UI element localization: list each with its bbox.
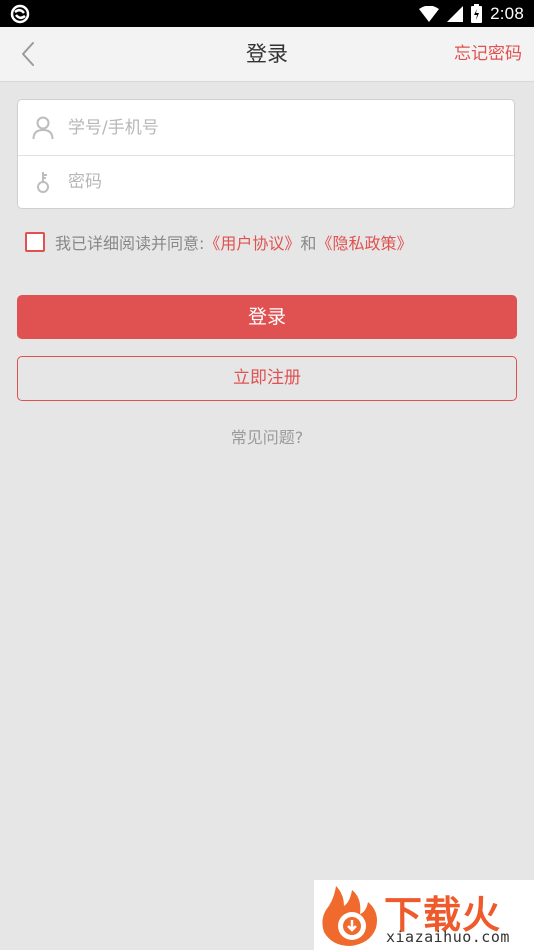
agreement-and: 和 [300, 234, 317, 253]
login-button[interactable]: 登录 [17, 295, 517, 339]
title-bar: 登录 忘记密码 [0, 27, 534, 82]
user-agreement-link[interactable]: 《用户协议》 [204, 230, 300, 254]
agreement-row: 我已详细阅读并同意: 《用户协议》 和 《隐私政策》 [25, 231, 412, 253]
forgot-password-link[interactable]: 忘记密码 [454, 27, 522, 81]
login-form [17, 99, 515, 209]
watermark-url: xiazaihuo.com [386, 928, 510, 946]
key-icon [18, 155, 68, 210]
battery-icon [471, 4, 483, 23]
agree-checkbox[interactable] [25, 232, 45, 252]
flame-logo-icon [322, 886, 377, 946]
register-button[interactable]: 立即注册 [17, 356, 517, 401]
back-arrow-icon[interactable] [14, 39, 44, 69]
username-row [18, 100, 514, 156]
app-notification-icon [10, 4, 30, 24]
username-input[interactable] [68, 107, 514, 148]
wifi-icon [419, 5, 440, 22]
password-row [18, 155, 514, 209]
faq-link[interactable]: 常见问题? [0, 424, 534, 448]
watermark-logo: 下载火 xiazaihuo.com [314, 880, 534, 950]
privacy-policy-link[interactable]: 《隐私政策》 [316, 230, 412, 254]
password-input[interactable] [68, 162, 514, 202]
agreement-prefix: 我已详细阅读并同意: [55, 234, 205, 253]
user-icon [18, 100, 68, 155]
signal-icon [447, 5, 464, 22]
clock-time: 2:08 [490, 3, 524, 23]
status-bar: 2:08 [0, 0, 534, 27]
